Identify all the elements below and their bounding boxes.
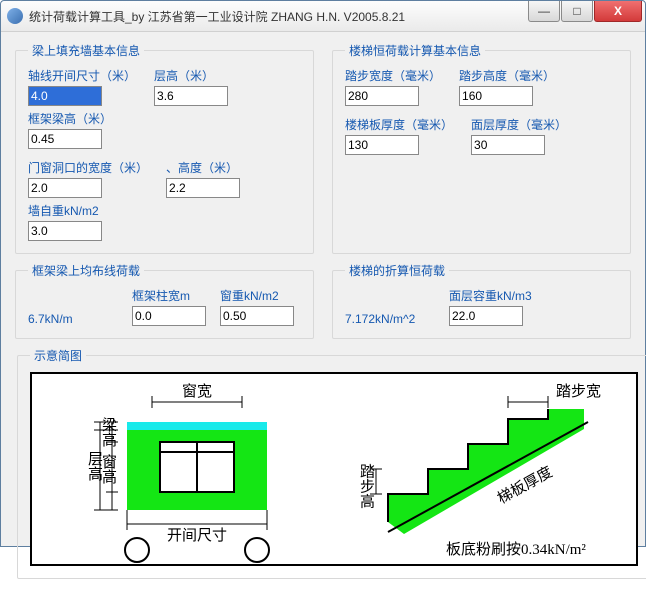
group-legend: 框架梁上均布线荷载 — [28, 262, 144, 279]
label-plaster-note: 板底粉刷按0.34kN/m² — [446, 540, 586, 558]
group-stair-info: 楼梯恒荷载计算基本信息 踏步宽度（毫米） 踏步高度（毫米） 楼梯板厚度（毫米） — [332, 42, 631, 254]
group-legend: 楼梯的折算恒荷载 — [345, 262, 449, 279]
label-window-height: 窗高 — [100, 453, 117, 484]
field-span: 轴线开间尺寸（米） — [28, 67, 136, 106]
label-span: 开间尺寸 — [167, 527, 227, 544]
diagram-canvas: 窗宽 层高 梁高 — [30, 372, 638, 566]
stair-section-diagram: 踏步宽 踏步高 梯板厚度 板底粉刷按0.34kN/m² — [336, 374, 636, 564]
field-slab-thickness: 楼梯板厚度（毫米） — [345, 116, 453, 155]
field-story-height: 层高（米） — [154, 67, 228, 106]
app-window: 统计荷载计算工具_by 江苏省第一工业设计院 ZHANG H.N. V2005.… — [0, 0, 646, 547]
beam-load-result: 6.7kN/m — [28, 312, 118, 326]
input-window-weight[interactable] — [220, 306, 294, 326]
field-wall-weight: 墙自重kN/m2 — [28, 202, 102, 241]
input-span[interactable] — [28, 86, 102, 106]
label-beam-height: 梁高 — [100, 417, 117, 447]
group-legend: 示意简图 — [30, 347, 86, 364]
minimize-button[interactable]: — — [528, 1, 560, 22]
close-button[interactable]: X — [594, 1, 642, 22]
input-beam-height[interactable] — [28, 129, 102, 149]
window-title: 统计荷载计算工具_by 江苏省第一工业设计院 ZHANG H.N. V2005.… — [29, 8, 527, 25]
group-beam-load: 框架梁上均布线荷载 6.7kN/m 框架柱宽m 窗重kN/m2 — [15, 262, 314, 339]
field-tread-width: 踏步宽度（毫米） — [345, 67, 441, 106]
stair-load-result: 7.172kN/m^2 — [345, 312, 435, 326]
client-area: 梁上填充墙基本信息 轴线开间尺寸（米） 层高（米） 框架梁高（米） — [1, 32, 645, 589]
field-opening-height: 、高度（米） — [166, 159, 240, 198]
field-opening-width: 门窗洞口的宽度（米） — [28, 159, 148, 198]
group-diagram: 示意简图 窗宽 — [17, 347, 646, 579]
input-tread-width[interactable] — [345, 86, 419, 106]
group-wall-info: 梁上填充墙基本信息 轴线开间尺寸（米） 层高（米） 框架梁高（米） — [15, 42, 314, 254]
input-opening-height[interactable] — [166, 178, 240, 198]
group-legend: 梁上填充墙基本信息 — [28, 42, 144, 59]
field-surface-thickness: 面层厚度（毫米） — [471, 116, 567, 155]
wall-elevation-diagram: 窗宽 层高 梁高 — [32, 374, 332, 564]
input-story-height[interactable] — [154, 86, 228, 106]
field-surface-density: 面层容重kN/m3 — [449, 287, 532, 326]
input-surface-thickness[interactable] — [471, 135, 545, 155]
input-slab-thickness[interactable] — [345, 135, 419, 155]
field-tread-height: 踏步高度（毫米） — [459, 67, 555, 106]
group-legend: 楼梯恒荷载计算基本信息 — [345, 42, 485, 59]
label-window-width: 窗宽 — [182, 382, 212, 400]
label-tread-width: 踏步宽 — [556, 383, 601, 400]
group-stair-load: 楼梯的折算恒荷载 7.172kN/m^2 面层容重kN/m3 — [332, 262, 631, 339]
input-tread-height[interactable] — [459, 86, 533, 106]
label-riser-height: 踏步高 — [358, 464, 375, 509]
app-icon — [7, 8, 23, 24]
field-window-weight: 窗重kN/m2 — [220, 287, 294, 326]
field-col-width: 框架柱宽m — [132, 287, 206, 326]
input-wall-weight[interactable] — [28, 221, 102, 241]
input-opening-width[interactable] — [28, 178, 102, 198]
field-beam-height: 框架梁高（米） — [28, 110, 112, 149]
maximize-button[interactable]: □ — [561, 1, 593, 22]
titlebar: 统计荷载计算工具_by 江苏省第一工业设计院 ZHANG H.N. V2005.… — [1, 1, 645, 32]
input-col-width[interactable] — [132, 306, 206, 326]
input-surface-density[interactable] — [449, 306, 523, 326]
window-buttons: — □ X — [527, 1, 645, 31]
